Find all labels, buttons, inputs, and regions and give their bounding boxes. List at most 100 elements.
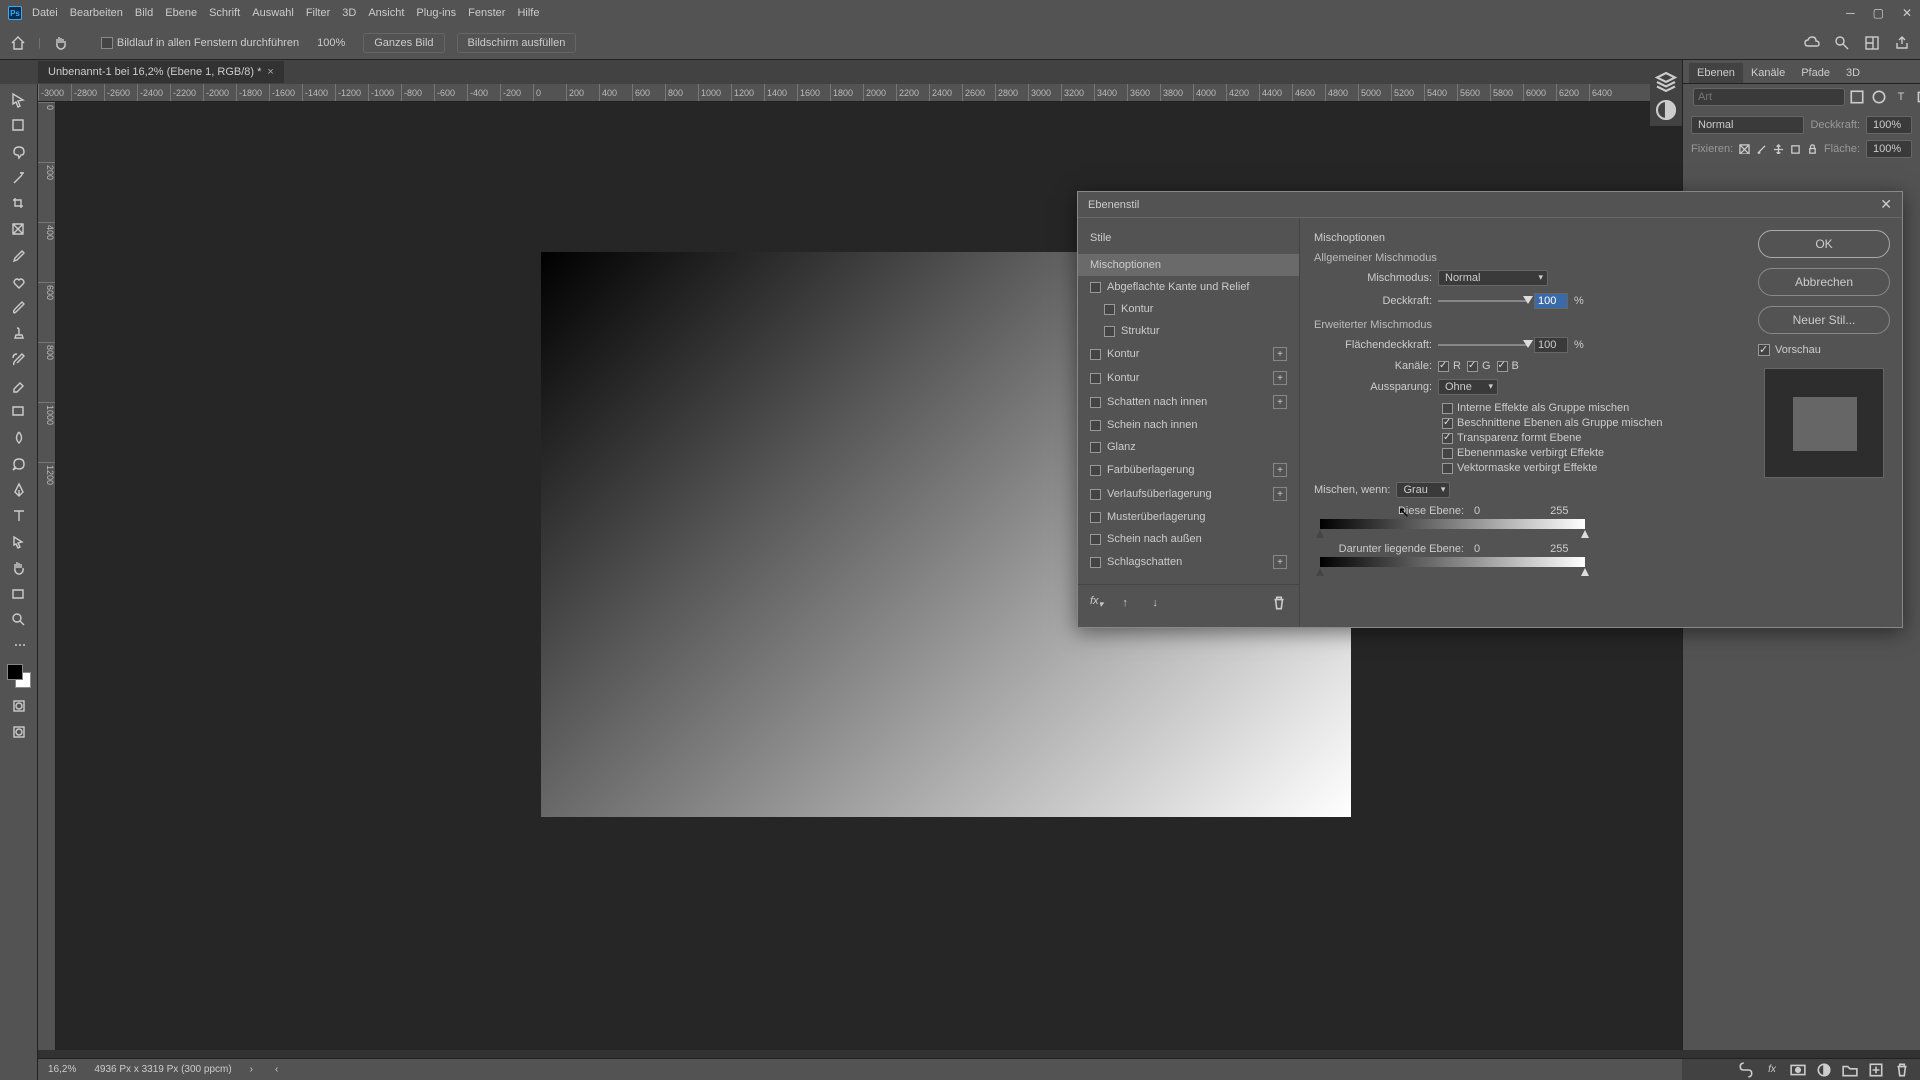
this-layer-gradient[interactable] — [1320, 519, 1585, 529]
hand-tool[interactable] — [4, 556, 34, 580]
channel-g-checkbox[interactable]: G — [1467, 360, 1491, 372]
cb-transparency-shapes[interactable]: Transparenz formt Ebene — [1442, 432, 1732, 444]
history-brush-tool[interactable] — [4, 348, 34, 372]
menu-bild[interactable]: Bild — [135, 7, 153, 19]
fillopacity-input[interactable]: 100 — [1534, 337, 1568, 353]
magic-wand-tool[interactable] — [4, 166, 34, 190]
status-caret-icon[interactable]: › — [250, 1064, 253, 1075]
style-kontur1[interactable]: Kontur — [1078, 298, 1299, 320]
style-trash-icon[interactable] — [1271, 595, 1287, 611]
cb-internal-effects[interactable]: Interne Effekte als Gruppe mischen — [1442, 402, 1732, 414]
menu-fenster[interactable]: Fenster — [468, 7, 505, 19]
channel-b-checkbox[interactable]: B — [1497, 360, 1519, 372]
link-layers-icon[interactable] — [1738, 1062, 1754, 1078]
lock-artboard-icon[interactable] — [1790, 141, 1801, 157]
style-innershadow[interactable]: Schatten nach innen+ — [1078, 390, 1299, 414]
style-kontur2[interactable]: Kontur+ — [1078, 342, 1299, 366]
panel-tab-kanäle[interactable]: Kanäle — [1743, 63, 1793, 83]
hand-tool-icon[interactable] — [53, 35, 69, 51]
menu-datei[interactable]: Datei — [32, 7, 58, 19]
color-swatch[interactable] — [7, 664, 31, 688]
status-prev-icon[interactable]: ‹ — [275, 1064, 278, 1075]
home-icon[interactable] — [10, 35, 26, 51]
screenmode-icon[interactable] — [4, 720, 34, 744]
adjustment-layer-icon[interactable] — [1816, 1062, 1832, 1078]
filter-adjust-icon[interactable] — [1871, 89, 1887, 105]
cloud-icon[interactable] — [1804, 35, 1820, 51]
menu-filter[interactable]: Filter — [306, 7, 330, 19]
healing-tool[interactable] — [4, 270, 34, 294]
menu-ansicht[interactable]: Ansicht — [368, 7, 404, 19]
lasso-tool[interactable] — [4, 140, 34, 164]
crop-tool[interactable] — [4, 192, 34, 216]
opacity-input[interactable]: 100 — [1534, 293, 1568, 309]
style-innerglow[interactable]: Schein nach innen — [1078, 414, 1299, 436]
cb-clipped-layers[interactable]: Beschnittene Ebenen als Gruppe mischen — [1442, 417, 1732, 429]
style-up-icon[interactable]: ↑ — [1117, 595, 1133, 611]
style-patover[interactable]: Musterüberlagerung — [1078, 506, 1299, 528]
menu-hilfe[interactable]: Hilfe — [517, 7, 539, 19]
brush-tool[interactable] — [4, 296, 34, 320]
shape-tool[interactable] — [4, 582, 34, 606]
add-kontur2-icon[interactable]: + — [1273, 347, 1287, 361]
panel-tab-3d[interactable]: 3D — [1838, 63, 1868, 83]
panel-tab-pfade[interactable]: Pfade — [1793, 63, 1838, 83]
ok-button[interactable]: OK — [1758, 230, 1890, 258]
eyedropper-tool[interactable] — [4, 244, 34, 268]
add-innershadow-icon[interactable]: + — [1273, 395, 1287, 409]
lock-position-icon[interactable] — [1773, 141, 1784, 157]
menu-schrift[interactable]: Schrift — [209, 7, 240, 19]
share-icon[interactable] — [1894, 35, 1910, 51]
group-icon[interactable] — [1842, 1062, 1858, 1078]
lock-all-icon[interactable] — [1807, 141, 1818, 157]
style-bevel[interactable]: Abgeflachte Kante und Relief — [1078, 276, 1299, 298]
style-gradover[interactable]: Verlaufsüberlagerung+ — [1078, 482, 1299, 506]
blendmode-dropdown[interactable]: Normal — [1438, 270, 1548, 286]
frame-tool[interactable] — [4, 218, 34, 242]
menu-bearbeiten[interactable]: Bearbeiten — [70, 7, 123, 19]
close-icon[interactable]: ✕ — [1902, 6, 1912, 20]
gradient-tool[interactable] — [4, 400, 34, 424]
cb-layermask-hides[interactable]: Ebenenmaske verbirgt Effekte — [1442, 447, 1732, 459]
fx-icon[interactable]: fx — [1764, 1062, 1780, 1078]
type-tool[interactable] — [4, 504, 34, 528]
opacity-value[interactable]: 100% — [1866, 116, 1912, 134]
blur-tool[interactable] — [4, 426, 34, 450]
status-zoom[interactable]: 16,2% — [48, 1064, 76, 1075]
style-outerglow[interactable]: Schein nach außen — [1078, 528, 1299, 550]
zoom-tool[interactable] — [4, 608, 34, 632]
lock-brush-icon[interactable] — [1756, 141, 1767, 157]
style-dropshadow[interactable]: Schlagschatten+ — [1078, 550, 1299, 574]
add-kontur3-icon[interactable]: + — [1273, 371, 1287, 385]
style-mix[interactable]: Mischoptionen — [1078, 254, 1299, 276]
layer-filter-input[interactable] — [1693, 88, 1845, 106]
fillopacity-slider[interactable] — [1438, 344, 1528, 346]
document-tab[interactable]: Unbenannt-1 bei 16,2% (Ebene 1, RGB/8) *… — [38, 61, 284, 83]
trash-icon[interactable] — [1894, 1062, 1910, 1078]
fit-image-button[interactable]: Ganzes Bild — [363, 33, 444, 53]
dodge-tool[interactable] — [4, 452, 34, 476]
knockout-dropdown[interactable]: Ohne — [1438, 379, 1498, 395]
style-kontur3[interactable]: Kontur+ — [1078, 366, 1299, 390]
mask-icon[interactable] — [1790, 1062, 1806, 1078]
fill-screen-button[interactable]: Bildschirm ausfüllen — [457, 33, 577, 53]
blendif-dropdown[interactable]: Grau — [1396, 482, 1450, 498]
path-select-tool[interactable] — [4, 530, 34, 554]
menu-3d[interactable]: 3D — [342, 7, 356, 19]
minimize-icon[interactable]: ─ — [1846, 6, 1855, 20]
edit-toolbar-tool[interactable] — [4, 634, 34, 658]
channel-r-checkbox[interactable]: R — [1438, 360, 1461, 372]
menu-plug-ins[interactable]: Plug-ins — [416, 7, 456, 19]
style-down-icon[interactable]: ↓ — [1147, 595, 1163, 611]
fx-menu-icon[interactable]: fx▾ — [1090, 595, 1103, 610]
menu-auswahl[interactable]: Auswahl — [252, 7, 294, 19]
pen-tool[interactable] — [4, 478, 34, 502]
cancel-button[interactable]: Abbrechen — [1758, 268, 1890, 296]
menu-ebene[interactable]: Ebene — [165, 7, 197, 19]
close-tab-icon[interactable]: × — [267, 66, 273, 78]
cb-vectormask-hides[interactable]: Vektormaske verbirgt Effekte — [1442, 462, 1732, 474]
under-layer-gradient[interactable] — [1320, 557, 1585, 567]
filter-pixel-icon[interactable] — [1849, 89, 1865, 105]
new-style-button[interactable]: Neuer Stil... — [1758, 306, 1890, 334]
workspace-icon[interactable] — [1864, 35, 1880, 51]
